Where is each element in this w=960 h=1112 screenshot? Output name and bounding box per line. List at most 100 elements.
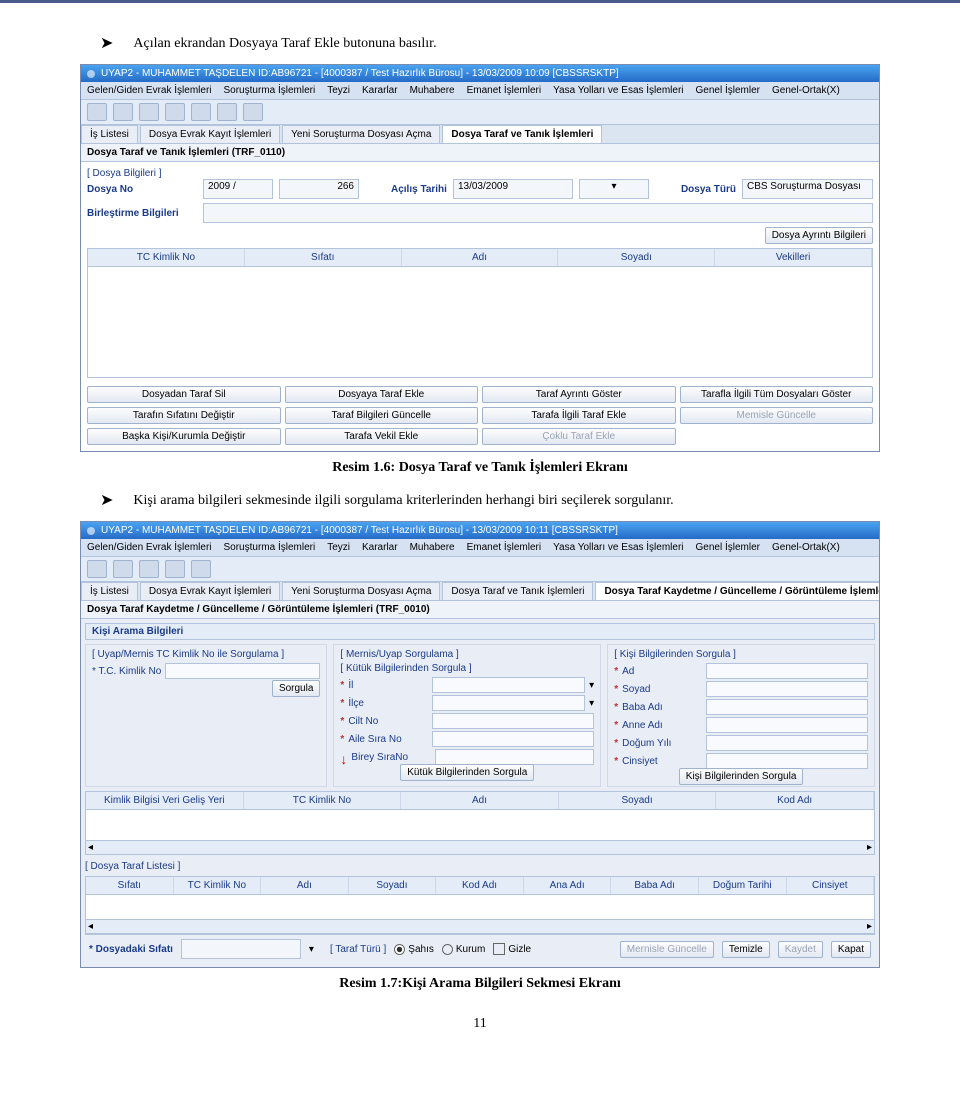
menu-item[interactable]: Yasa Yolları ve Esas İşlemleri bbox=[553, 542, 683, 553]
tab-is-listesi[interactable]: İş Listesi bbox=[81, 582, 138, 600]
scroll-right-icon[interactable]: ▸ bbox=[867, 921, 872, 932]
chevron-down-icon[interactable]: ▾ bbox=[309, 944, 314, 955]
menu-item[interactable]: Emanet İşlemleri bbox=[467, 85, 541, 96]
menu-item[interactable]: Gelen/Giden Evrak İşlemleri bbox=[87, 542, 212, 553]
menu-item[interactable]: Genel-Ortak(X) bbox=[772, 85, 840, 96]
field-tc[interactable] bbox=[165, 663, 320, 679]
mernisle-guncelle-button[interactable]: Mernisle Güncelle bbox=[620, 941, 714, 958]
tab-dosya-evrak[interactable]: Dosya Evrak Kayıt İşlemleri bbox=[140, 125, 280, 143]
col-a: Kimlik Bilgisi Veri Geliş Yeri bbox=[86, 792, 244, 809]
chevron-down-icon[interactable]: ▾ bbox=[589, 698, 594, 709]
field-cilt-no[interactable] bbox=[432, 713, 594, 729]
menu-item[interactable]: Soruşturma İşlemleri bbox=[224, 85, 316, 96]
menu-item[interactable]: Teyzi bbox=[327, 542, 350, 553]
field-dogum-yili[interactable] bbox=[706, 735, 868, 751]
toolbar-icon[interactable] bbox=[113, 560, 133, 578]
chevron-down-icon[interactable]: ▾ bbox=[579, 179, 649, 199]
dosyaya-taraf-ekle-button[interactable]: Dosyaya Taraf Ekle bbox=[285, 386, 479, 403]
tab-kayit-guncelleme[interactable]: Dosya Taraf Kaydetme / Güncelleme / Görü… bbox=[595, 582, 880, 600]
field-soyad[interactable] bbox=[706, 681, 868, 697]
tab-dosya-evrak[interactable]: Dosya Evrak Kayıt İşlemleri bbox=[140, 582, 280, 600]
toolbar-2 bbox=[81, 557, 879, 582]
scroll-left-icon[interactable]: ◂ bbox=[88, 921, 93, 932]
taraf-bilgileri-guncelle-button[interactable]: Taraf Bilgileri Güncelle bbox=[285, 407, 479, 424]
toolbar-icon[interactable] bbox=[243, 103, 263, 121]
menu-item[interactable]: Genel-Ortak(X) bbox=[772, 542, 840, 553]
field-sifat[interactable] bbox=[181, 939, 301, 959]
tarafa-vekil-ekle-button[interactable]: Tarafa Vekil Ekle bbox=[285, 428, 479, 445]
field-dosya-year[interactable]: 2009 / bbox=[203, 179, 273, 199]
dosyadan-taraf-sil-button[interactable]: Dosyadan Taraf Sil bbox=[87, 386, 281, 403]
coklu-taraf-ekle-button[interactable]: Çoklu Taraf Ekle bbox=[482, 428, 676, 445]
tab-yeni-sorusturma[interactable]: Yeni Soruşturma Dosyası Açma bbox=[282, 582, 440, 600]
kutuk-sorgula-button[interactable]: Kütük Bilgilerinden Sorgula bbox=[400, 764, 534, 781]
field-aile-sira-no[interactable] bbox=[432, 731, 594, 747]
label-dosyadaki-sifati: * Dosyadaki Sıfatı bbox=[89, 944, 173, 955]
tab-yeni-sorusturma[interactable]: Yeni Soruşturma Dosyası Açma bbox=[282, 125, 440, 143]
temizle-button[interactable]: Temizle bbox=[722, 941, 770, 958]
field-dosya-turu[interactable]: CBS Soruşturma Dosyası bbox=[742, 179, 873, 199]
col-sifati: Sıfatı bbox=[245, 249, 402, 266]
tab-dosya-taraf[interactable]: Dosya Taraf ve Tanık İşlemleri bbox=[442, 125, 602, 143]
ilgili-taraf-ekle-button[interactable]: Tarafa İlgili Taraf Ekle bbox=[482, 407, 676, 424]
toolbar-icon[interactable] bbox=[191, 103, 211, 121]
field-acilis-tarihi[interactable]: 13/03/2009 bbox=[453, 179, 573, 199]
menu-item[interactable]: Teyzi bbox=[327, 85, 350, 96]
kaydet-button[interactable]: Kaydet bbox=[778, 941, 823, 958]
menu-item[interactable]: Genel İşlemler bbox=[696, 542, 760, 553]
toolbar-icon[interactable] bbox=[165, 103, 185, 121]
kisi-sorgula-button[interactable]: Kişi Bilgilerinden Sorgula bbox=[679, 768, 804, 785]
radio-sahis[interactable]: Şahıs bbox=[394, 944, 434, 955]
tab-is-listesi[interactable]: İş Listesi bbox=[81, 125, 138, 143]
menu-item[interactable]: Muhabere bbox=[410, 85, 455, 96]
field-baba-adi[interactable] bbox=[706, 699, 868, 715]
memisle-guncelle-button[interactable]: Memisle Güncelle bbox=[680, 407, 874, 424]
tarafla-ilgili-dosyalar-button[interactable]: Tarafla İlgili Tüm Dosyaları Göster bbox=[680, 386, 874, 403]
field-birlestirme[interactable] bbox=[203, 203, 873, 223]
kapat-button[interactable]: Kapat bbox=[831, 941, 871, 958]
field-ilce[interactable] bbox=[432, 695, 585, 711]
baska-kisi-degistir-button[interactable]: Başka Kişi/Kurumla Değiştir bbox=[87, 428, 281, 445]
sorgula-button[interactable]: Sorgula bbox=[272, 680, 320, 697]
field-dosya-num[interactable]: 266 bbox=[279, 179, 359, 199]
window-titlebar: UYAP2 - MUHAMMET TAŞDELEN ID:AB96721 - [… bbox=[81, 65, 879, 82]
field-birey-sira-no[interactable] bbox=[435, 749, 594, 765]
toolbar-icon[interactable] bbox=[165, 560, 185, 578]
label-soyad: Soyad bbox=[622, 684, 702, 695]
menu-item[interactable]: Muhabere bbox=[410, 542, 455, 553]
taraf-ayrinti-goster-button[interactable]: Taraf Ayrıntı Göster bbox=[482, 386, 676, 403]
toolbar-icon[interactable] bbox=[139, 103, 159, 121]
checkbox-gizle[interactable]: Gizle bbox=[493, 943, 531, 955]
scroll-left-icon[interactable]: ◂ bbox=[88, 842, 93, 853]
toolbar-icon[interactable] bbox=[217, 103, 237, 121]
menubar-2: Gelen/Giden Evrak İşlemleri Soruşturma İ… bbox=[81, 539, 879, 557]
field-il[interactable] bbox=[432, 677, 585, 693]
menu-item[interactable]: Emanet İşlemleri bbox=[467, 542, 541, 553]
chevron-down-icon[interactable]: ▾ bbox=[589, 680, 594, 691]
scroll-right-icon[interactable]: ▸ bbox=[867, 842, 872, 853]
toolbar-icon[interactable] bbox=[113, 103, 133, 121]
toolbar-icon[interactable] bbox=[139, 560, 159, 578]
field-anne-adi[interactable] bbox=[706, 717, 868, 733]
col-b: Adı bbox=[261, 877, 349, 894]
menu-item[interactable]: Kararlar bbox=[362, 542, 398, 553]
field-ad[interactable] bbox=[706, 663, 868, 679]
menu-item[interactable]: Yasa Yolları ve Esas İşlemleri bbox=[553, 85, 683, 96]
radio-kurum[interactable]: Kurum bbox=[442, 944, 485, 955]
arrow-icon: ➤ bbox=[100, 490, 113, 510]
label-anne-adi: Anne Adı bbox=[622, 720, 702, 731]
dosya-ayrinti-button[interactable]: Dosya Ayrıntı Bilgileri bbox=[765, 227, 873, 244]
toolbar-icon[interactable] bbox=[87, 103, 107, 121]
toolbar-icon[interactable] bbox=[191, 560, 211, 578]
sifat-degistir-button[interactable]: Tarafın Sıfatını Değiştir bbox=[87, 407, 281, 424]
tab-dosya-taraf[interactable]: Dosya Taraf ve Tanık İşlemleri bbox=[442, 582, 593, 600]
label-ilce: İlçe bbox=[348, 698, 428, 709]
menu-item[interactable]: Genel İşlemler bbox=[696, 85, 760, 96]
col-b: Doğum Tarihi bbox=[699, 877, 787, 894]
menu-item[interactable]: Gelen/Giden Evrak İşlemleri bbox=[87, 85, 212, 96]
toolbar-icon[interactable] bbox=[87, 560, 107, 578]
menu-item[interactable]: Kararlar bbox=[362, 85, 398, 96]
menu-item[interactable]: Soruşturma İşlemleri bbox=[224, 542, 316, 553]
col-b: Soyadı bbox=[349, 877, 437, 894]
field-cinsiyet[interactable] bbox=[706, 753, 868, 769]
